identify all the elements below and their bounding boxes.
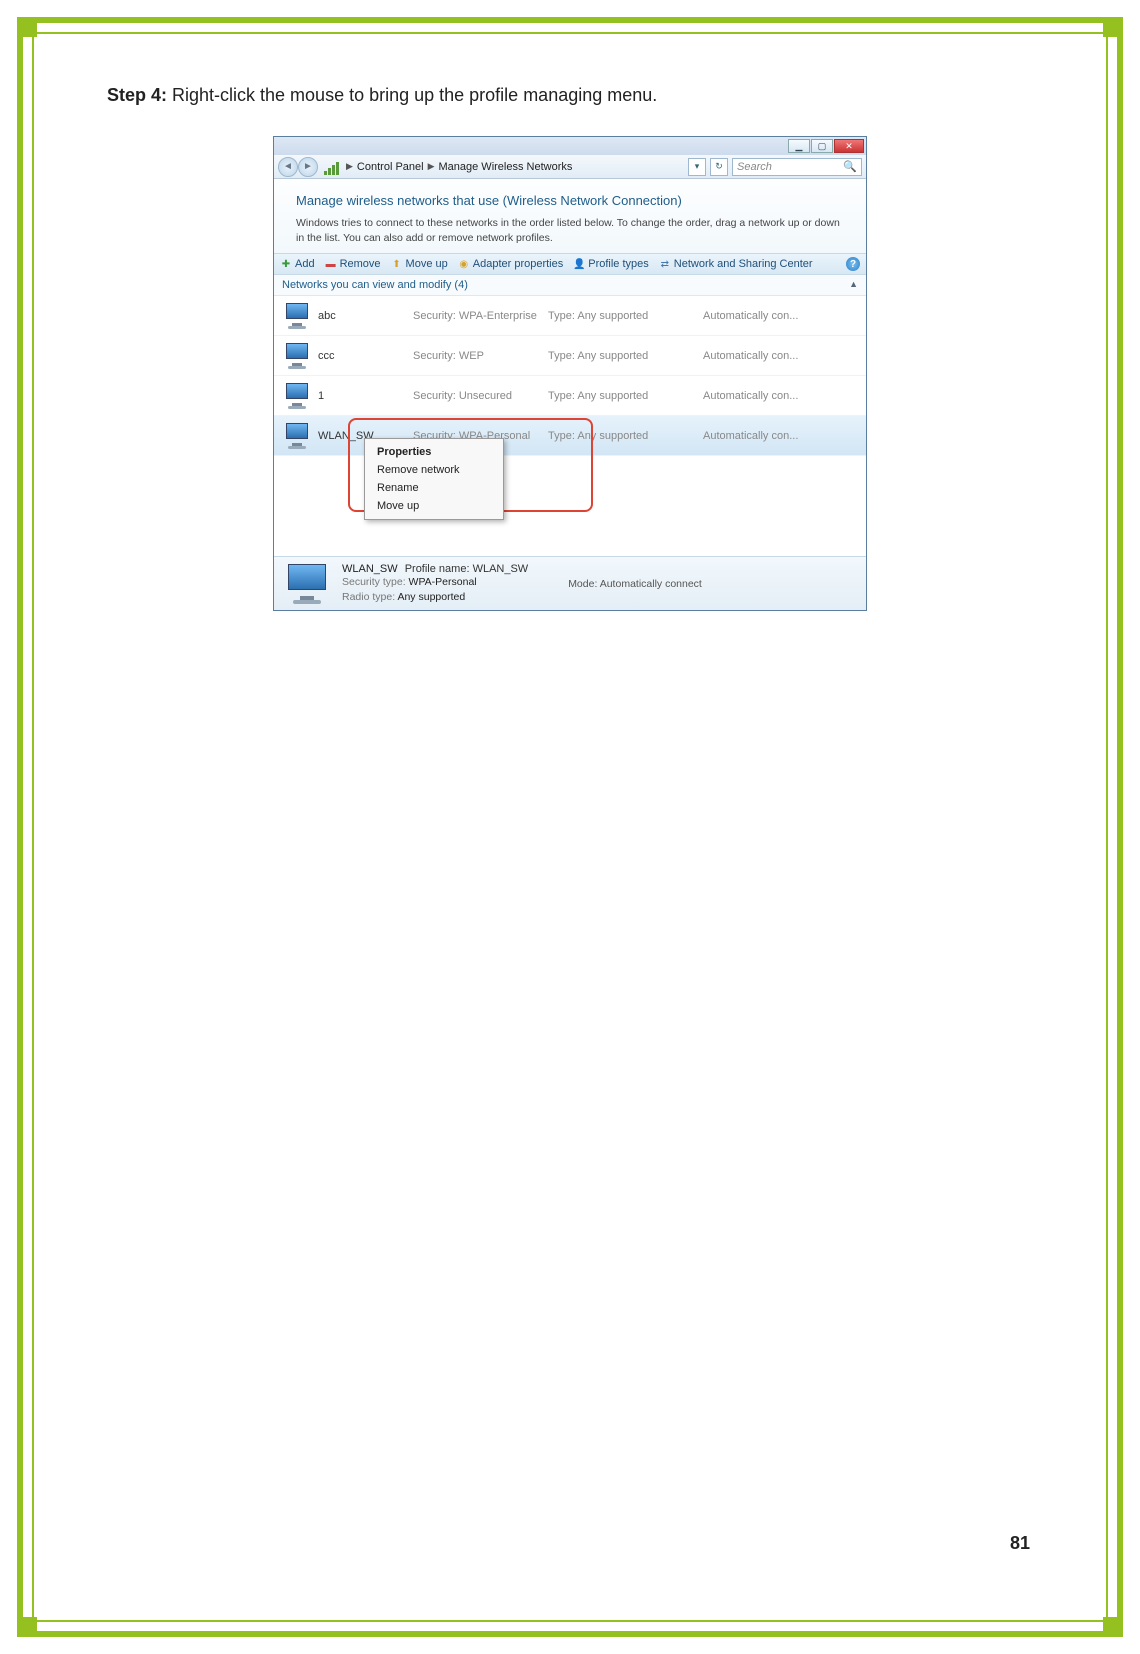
- close-button[interactable]: ✕: [834, 139, 864, 153]
- step-label: Step 4:: [107, 85, 167, 105]
- network-auto: Automatically con...: [703, 350, 858, 362]
- minimize-button[interactable]: ▁: [788, 139, 810, 153]
- help-icon[interactable]: ?: [846, 257, 860, 271]
- maximize-button[interactable]: ▢: [811, 139, 833, 153]
- context-area: Properties Remove network Rename Move up: [274, 456, 866, 556]
- network-icon: ⇄: [659, 258, 671, 270]
- page-number: 81: [1010, 1533, 1030, 1554]
- heading-block: Manage wireless networks that use (Wirel…: [274, 179, 866, 253]
- network-sharing-center-button[interactable]: ⇄Network and Sharing Center: [659, 258, 813, 270]
- network-auto: Automatically con...: [703, 390, 858, 402]
- search-input[interactable]: Search 🔍: [732, 158, 862, 176]
- adapter-icon: ◉: [458, 258, 470, 270]
- search-placeholder: Search: [737, 161, 772, 173]
- details-mode-key: Mode:: [568, 578, 597, 590]
- context-rename[interactable]: Rename: [365, 479, 503, 497]
- network-type: Type: Any supported: [548, 310, 703, 322]
- remove-button[interactable]: ▬Remove: [325, 258, 381, 270]
- corner-tr: [1103, 17, 1123, 37]
- network-type: Type: Any supported: [548, 430, 703, 442]
- network-row[interactable]: 1 Security: Unsecured Type: Any supporte…: [274, 376, 866, 416]
- network-name: 1: [318, 390, 413, 402]
- add-button[interactable]: ✚Add: [280, 258, 315, 270]
- toolbar: ✚Add ▬Remove ⬆Move up ◉Adapter propertie…: [274, 253, 866, 275]
- plus-icon: ✚: [280, 258, 292, 270]
- details-sectype-key: Security type:: [342, 576, 406, 588]
- section-label: Networks you can view and modify (4) ▲: [274, 275, 866, 296]
- address-dropdown-button[interactable]: ▾: [688, 158, 706, 176]
- collapse-caret-icon[interactable]: ▲: [849, 279, 858, 291]
- network-auto: Automatically con...: [703, 430, 858, 442]
- network-auto: Automatically con...: [703, 310, 858, 322]
- breadcrumb-seg2[interactable]: Manage Wireless Networks: [439, 161, 573, 173]
- page-heading: Manage wireless networks that use (Wirel…: [296, 193, 844, 208]
- address-bar: ◄ ► ▶ Control Panel ▶ Manage Wireless Ne…: [274, 155, 866, 179]
- network-row[interactable]: abc Security: WPA-Enterprise Type: Any s…: [274, 296, 866, 336]
- corner-tl: [17, 17, 37, 37]
- corner-bl: [17, 1617, 37, 1637]
- monitor-icon: [282, 303, 312, 329]
- minus-icon: ▬: [325, 258, 337, 270]
- moveup-button[interactable]: ⬆Move up: [391, 258, 448, 270]
- arrow-up-icon: ⬆: [391, 258, 403, 270]
- network-type: Type: Any supported: [548, 390, 703, 402]
- profile-types-button[interactable]: 👤Profile types: [573, 258, 649, 270]
- network-name: abc: [318, 310, 413, 322]
- details-sectype-val: WPA-Personal: [409, 576, 477, 588]
- network-security: Security: WEP: [413, 350, 548, 362]
- step-text: Right-click the mouse to bring up the pr…: [167, 85, 657, 105]
- monitor-icon: [282, 343, 312, 369]
- search-icon: 🔍: [843, 160, 857, 173]
- monitor-icon: [282, 423, 312, 449]
- network-type: Type: Any supported: [548, 350, 703, 362]
- context-remove-network[interactable]: Remove network: [365, 461, 503, 479]
- profile-icon: 👤: [573, 258, 585, 270]
- network-row-selected[interactable]: WLAN_SW Security: WPA-Personal Type: Any…: [274, 416, 866, 456]
- network-list: abc Security: WPA-Enterprise Type: Any s…: [274, 296, 866, 456]
- context-menu: Properties Remove network Rename Move up: [364, 438, 504, 520]
- breadcrumb-seg1[interactable]: Control Panel: [357, 161, 424, 173]
- refresh-button[interactable]: ↻: [710, 158, 728, 176]
- window-titlebar: ▁ ▢ ✕: [274, 137, 866, 155]
- context-properties[interactable]: Properties: [365, 443, 503, 461]
- step-instruction: Step 4: Right-click the mouse to bring u…: [107, 85, 1033, 106]
- corner-br: [1103, 1617, 1123, 1637]
- monitor-icon: [282, 564, 332, 604]
- details-radio-key: Radio type:: [342, 591, 395, 603]
- details-name: WLAN_SW: [342, 563, 398, 575]
- explorer-window: ▁ ▢ ✕ ◄ ► ▶ Control Panel ▶ Manage Wirel…: [273, 136, 867, 611]
- network-security: Security: Unsecured: [413, 390, 548, 402]
- context-move-up[interactable]: Move up: [365, 497, 503, 515]
- chevron-right-icon: ▶: [428, 161, 435, 172]
- details-pane: WLAN_SW Profile name: WLAN_SW Security t…: [274, 556, 866, 610]
- monitor-icon: [282, 383, 312, 409]
- signal-icon: [324, 159, 340, 175]
- breadcrumb[interactable]: ▶ Control Panel ▶ Manage Wireless Networ…: [346, 161, 572, 173]
- chevron-right-icon: ▶: [346, 161, 353, 172]
- details-profile-key: Profile name:: [405, 563, 470, 575]
- page-description: Windows tries to connect to these networ…: [296, 216, 844, 245]
- adapter-properties-button[interactable]: ◉Adapter properties: [458, 258, 564, 270]
- network-row[interactable]: ccc Security: WEP Type: Any supported Au…: [274, 336, 866, 376]
- nav-forward-button[interactable]: ►: [298, 157, 318, 177]
- nav-back-button[interactable]: ◄: [278, 157, 298, 177]
- network-security: Security: WPA-Enterprise: [413, 310, 548, 322]
- network-name: ccc: [318, 350, 413, 362]
- details-profile-val: WLAN_SW: [473, 563, 529, 575]
- details-radio-val: Any supported: [397, 591, 465, 603]
- details-mode-val: Automatically connect: [600, 578, 702, 590]
